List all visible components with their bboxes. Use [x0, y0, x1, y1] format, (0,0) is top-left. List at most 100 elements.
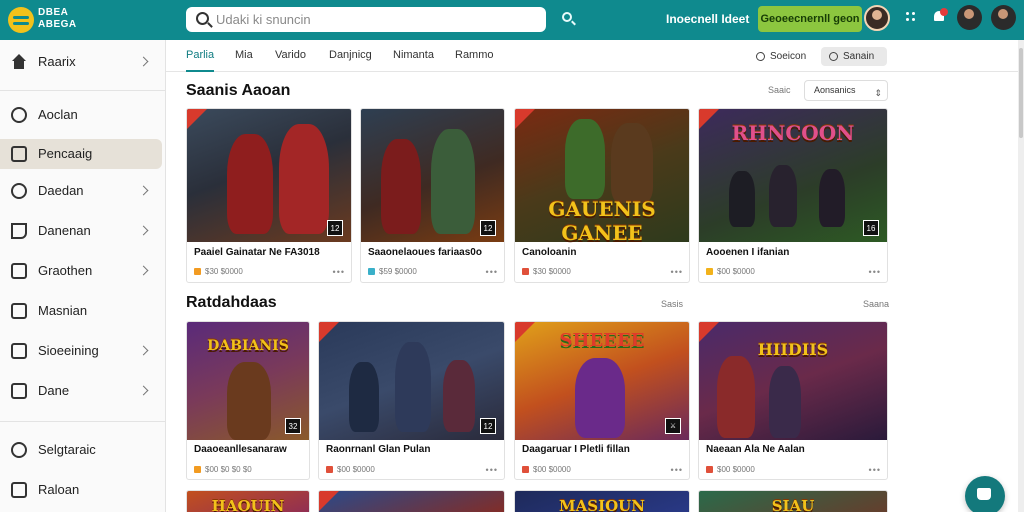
sidebar-item-pencil[interactable]: Danenan	[0, 216, 162, 246]
game-title: Canoloanin	[522, 247, 577, 258]
settings-icon	[11, 442, 27, 458]
game-card[interactable]: RHNCOON 16 Aooenen I ifanian $00 $0000 •…	[698, 108, 888, 283]
chevron-right-icon	[138, 56, 149, 67]
game-price: $00 $0000	[706, 267, 755, 276]
pencil-icon	[11, 223, 27, 239]
vertical-scrollbar[interactable]	[1018, 40, 1024, 512]
game-card[interactable]: 12 Saaonelaoues fariaas0o $59 $0000 •••	[360, 108, 505, 283]
tab-6[interactable]: Rammo	[455, 49, 494, 61]
age-rating-badge: 32	[285, 418, 301, 434]
user-avatar-secondary[interactable]	[991, 5, 1016, 30]
cta-button[interactable]: Geoeecnernll geon	[758, 6, 862, 32]
game-thumbnail: RHNCOON 16	[699, 109, 887, 242]
character-figure	[575, 358, 625, 438]
game-logo: HIIDIIS	[757, 340, 829, 359]
profile-avatar[interactable]	[864, 5, 890, 31]
sort-value: Aonsanics	[814, 85, 856, 95]
game-thumbnail: MASIOUN	[515, 491, 689, 512]
game-logo: MASIOUN	[559, 497, 645, 512]
chip-label: Sanain	[843, 51, 875, 62]
sidebar-item-settings[interactable]: Selgtaraic	[0, 435, 162, 465]
game-card[interactable]: MASIOUN	[514, 490, 690, 512]
price-icon	[194, 466, 201, 473]
scrollbar-thumb[interactable]	[1019, 48, 1023, 138]
chevron-right-icon	[138, 265, 149, 276]
chevron-updown-icon: ⇕	[874, 88, 882, 98]
divider	[0, 421, 166, 422]
tab-1[interactable]: Parlia	[186, 49, 214, 61]
more-options-icon[interactable]: •••	[671, 267, 683, 277]
game-card[interactable]	[318, 490, 505, 512]
game-card[interactable]: HAOUIN	[186, 490, 310, 512]
price-icon	[706, 268, 713, 275]
sidebar-item-user[interactable]: Daedan	[0, 176, 162, 206]
sidebar-item-active[interactable]: Pencaaig	[0, 139, 162, 169]
more-options-icon[interactable]: •••	[486, 465, 498, 475]
price-icon	[368, 268, 375, 275]
chat-floating-button[interactable]	[965, 476, 1005, 512]
character-figure	[279, 124, 329, 234]
search-input[interactable]	[216, 11, 526, 28]
user-avatar[interactable]	[957, 5, 982, 30]
ribbon-badge	[699, 109, 719, 129]
game-price: $00 $0000	[326, 465, 375, 474]
logout-icon	[11, 482, 27, 498]
more-menu-icon[interactable]	[906, 10, 918, 26]
sidebar-item-home[interactable]: Raarix	[0, 47, 162, 77]
game-card[interactable]: 12 Paaiel Gainatar Ne FA3018 $30 $0000 •…	[186, 108, 352, 283]
game-card[interactable]: HIIDIIS Naeaan Ala Ne Aalan $00 $0000 ••…	[698, 321, 888, 480]
search-bar[interactable]	[186, 7, 546, 32]
tab-5[interactable]: Nimanta	[393, 49, 434, 61]
brand-name[interactable]: DBEA ABEGA	[38, 7, 77, 31]
divider	[0, 90, 166, 91]
tab-4[interactable]: Danjnicg	[329, 49, 372, 61]
section-meta[interactable]: Sasis	[661, 299, 683, 309]
notification-bell-icon[interactable]	[932, 8, 948, 26]
main-content: Saanis Aaoan Saaic Aonsanics ⇕ Ratdahdaas…	[166, 72, 1018, 512]
game-card[interactable]: SHEEEE ⚔ Daagaruar I Pletli fillan $00 $…	[514, 321, 690, 480]
tab-2[interactable]: Mia	[235, 49, 253, 61]
price-value: $30 $0000	[205, 267, 243, 276]
character-figure	[227, 362, 271, 440]
game-thumbnail: HIIDIIS	[699, 322, 887, 440]
more-options-icon[interactable]: •••	[333, 267, 345, 277]
game-card[interactable]: DABIANIS 32 Daaoeanllesanaraw $00 $0 $0 …	[186, 321, 310, 480]
sidebar-item-search[interactable]: Aoclan	[0, 100, 162, 130]
character-figure	[729, 171, 755, 227]
filter-chip-selected[interactable]: Sanain	[821, 47, 887, 66]
sidebar-item-label: Daedan	[38, 183, 84, 198]
tab-3[interactable]: Varido	[275, 49, 306, 61]
game-thumbnail: 12	[187, 109, 351, 242]
game-title: Aooenen I ifanian	[706, 247, 790, 258]
section-meta[interactable]: Saana	[863, 299, 889, 309]
game-logo: DABIANIS	[207, 338, 289, 354]
filter-chip[interactable]: Soeicon	[748, 47, 812, 66]
game-card[interactable]: 12 Raonrnanl Glan Pulan $00 $0000 •••	[318, 321, 505, 480]
edit-icon	[11, 303, 27, 319]
search-button[interactable]	[560, 10, 576, 26]
sidebar-item-label: Aoclan	[38, 107, 78, 122]
more-options-icon[interactable]: •••	[869, 465, 881, 475]
top-link[interactable]: Inoecnell Ideet	[666, 12, 749, 26]
search-icon	[562, 12, 572, 22]
sidebar-item-list[interactable]: Dane	[0, 376, 162, 406]
more-options-icon[interactable]: •••	[671, 465, 683, 475]
game-card[interactable]: SIAU	[698, 490, 888, 512]
price-icon	[194, 268, 201, 275]
tab-bar: Parlia Mia Varido Danjnicg Nimanta Rammo…	[166, 40, 1018, 72]
sidebar-item-logout[interactable]: Raloan	[0, 475, 162, 505]
more-options-icon[interactable]: •••	[869, 267, 881, 277]
game-price: $00 $0000	[522, 465, 571, 474]
game-logo: SHEEEE	[559, 330, 645, 351]
chevron-right-icon	[138, 185, 149, 196]
app-logo-icon[interactable]	[8, 7, 34, 33]
more-options-icon[interactable]: •••	[486, 267, 498, 277]
sidebar-item-chart[interactable]: Sioeeining	[0, 336, 162, 366]
game-card[interactable]: GAUENIS GANEE Canoloanin $30 $0000 •••	[514, 108, 690, 283]
sort-dropdown[interactable]: Aonsanics ⇕	[804, 80, 888, 101]
section-title: Ratdahdaas	[186, 294, 277, 311]
price-value: $00 $0000	[337, 465, 375, 474]
sidebar-item-label: Graothen	[38, 263, 93, 278]
sidebar-item-edit[interactable]: Masnian	[0, 296, 162, 326]
sidebar-item-square[interactable]: Graothen	[0, 256, 162, 286]
